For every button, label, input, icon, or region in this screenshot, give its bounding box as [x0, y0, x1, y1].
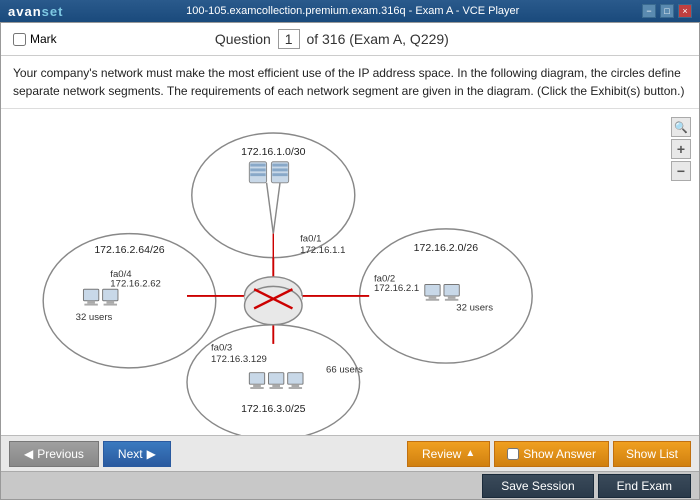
svg-text:172.16.2.0/26: 172.16.2.0/26: [414, 242, 479, 254]
save-session-button[interactable]: Save Session: [482, 474, 593, 498]
search-button[interactable]: 🔍: [671, 117, 691, 137]
logo-avan: avan: [8, 4, 42, 19]
app-logo: avanset: [8, 4, 63, 19]
main-window: Mark Question 1 of 316 (Exam A, Q229) Yo…: [0, 22, 700, 500]
svg-text:fa0/3: fa0/3: [211, 343, 232, 354]
zoom-in-button[interactable]: +: [671, 139, 691, 159]
zoom-out-button[interactable]: −: [671, 161, 691, 181]
svg-text:66 users: 66 users: [326, 365, 363, 376]
show-answer-checkbox[interactable]: [507, 448, 519, 460]
mark-label: Mark: [30, 32, 57, 46]
next-label: Next: [118, 447, 143, 461]
question-header: Mark Question 1 of 316 (Exam A, Q229): [1, 23, 699, 56]
zoom-controls: 🔍 + −: [671, 117, 691, 181]
svg-text:172.16.3.129: 172.16.3.129: [211, 354, 267, 365]
question-number: Question 1 of 316 (Exam A, Q229): [215, 29, 449, 49]
svg-text:172.16.3.0/25: 172.16.3.0/25: [241, 403, 306, 415]
next-arrow-icon: ▶: [147, 447, 156, 461]
diagram-area: 172.16.1.0/30 fa0/1 172.16.1.1 172.16.2.…: [1, 109, 699, 435]
previous-button[interactable]: ◀ Previous: [9, 441, 99, 467]
svg-text:172.16.2.1: 172.16.2.1: [374, 283, 419, 294]
network-diagram: 172.16.1.0/30 fa0/1 172.16.1.1 172.16.2.…: [1, 109, 699, 435]
review-label: Review: [422, 447, 461, 461]
window-controls: − □ ×: [642, 4, 692, 18]
window-title: 100-105.examcollection.premium.exam.316q…: [186, 5, 519, 17]
bottom-toolbar: ◀ Previous Next ▶ Review ▲ Show Answer S…: [1, 435, 699, 471]
question-total: of 316 (Exam A, Q229): [306, 31, 448, 47]
mark-section: Mark: [13, 32, 57, 46]
svg-text:172.16.2.64/26: 172.16.2.64/26: [94, 244, 164, 256]
close-button[interactable]: ×: [678, 4, 692, 18]
maximize-button[interactable]: □: [660, 4, 674, 18]
show-list-label: Show List: [626, 447, 678, 461]
title-bar: avanset 100-105.examcollection.premium.e…: [0, 0, 700, 22]
prev-arrow-icon: ◀: [24, 447, 33, 461]
bottom-bar2: Save Session End Exam: [1, 471, 699, 499]
review-button[interactable]: Review ▲: [407, 441, 490, 467]
end-exam-button[interactable]: End Exam: [598, 474, 691, 498]
svg-text:172.16.1.1: 172.16.1.1: [300, 245, 345, 256]
minimize-button[interactable]: −: [642, 4, 656, 18]
show-list-button[interactable]: Show List: [613, 441, 691, 467]
show-answer-label: Show Answer: [523, 447, 596, 461]
svg-text:172.16.2.62: 172.16.2.62: [110, 278, 161, 289]
review-arrow-icon: ▲: [465, 448, 475, 459]
svg-text:32 users: 32 users: [76, 312, 113, 323]
show-answer-button[interactable]: Show Answer: [494, 441, 609, 467]
next-button[interactable]: Next ▶: [103, 441, 171, 467]
svg-text:32 users: 32 users: [456, 302, 493, 313]
question-num-box: 1: [278, 29, 300, 49]
prev-label: Previous: [37, 447, 84, 461]
mark-checkbox[interactable]: [13, 33, 26, 46]
question-label: Question: [215, 31, 271, 47]
logo-set: set: [42, 4, 64, 19]
svg-text:172.16.1.0/30: 172.16.1.0/30: [241, 146, 306, 158]
svg-text:fa0/1: fa0/1: [300, 233, 321, 244]
question-text: Your company's network must make the mos…: [1, 56, 699, 109]
